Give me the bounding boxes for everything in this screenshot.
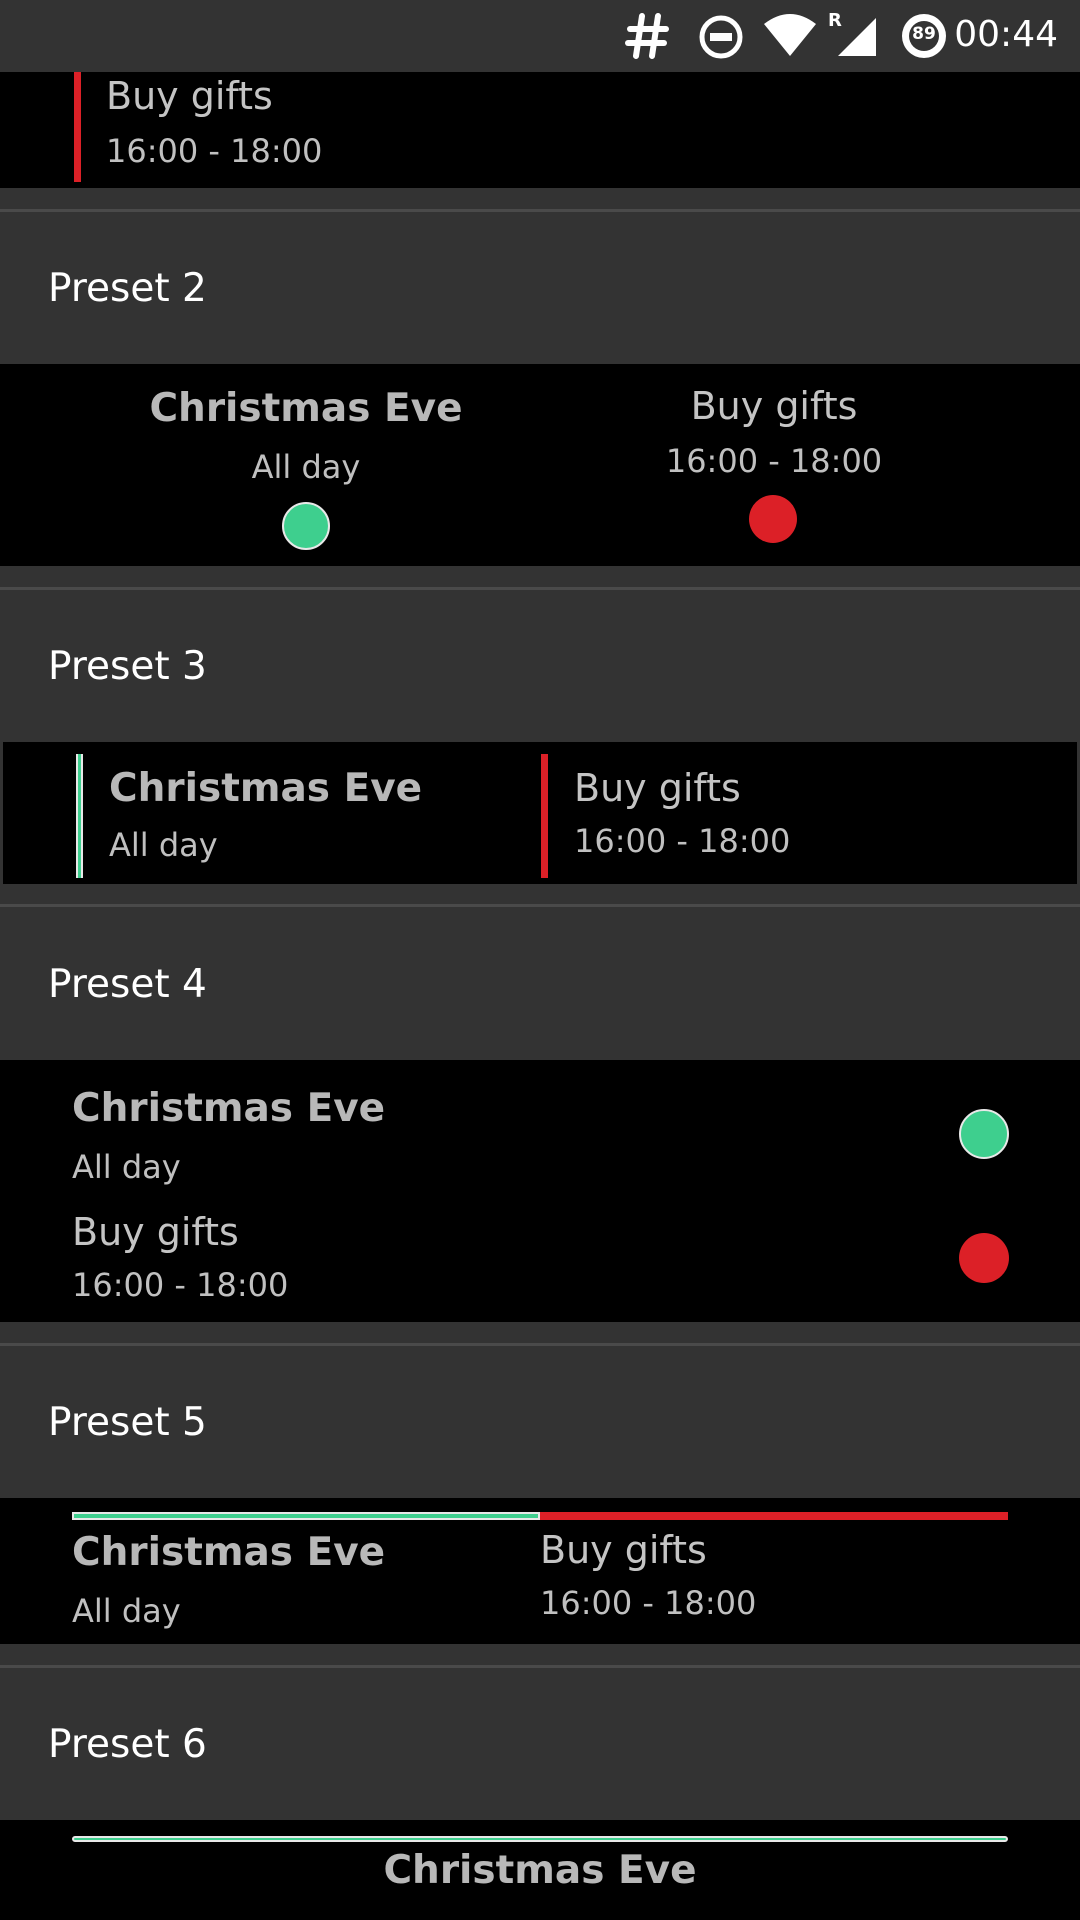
event-title: Christmas Eve bbox=[149, 386, 463, 431]
event-title: Christmas Eve bbox=[383, 1848, 697, 1893]
event-title: Christmas Eve bbox=[109, 766, 423, 811]
event-time: All day bbox=[72, 1592, 181, 1630]
divider bbox=[0, 209, 1080, 212]
do-not-disturb-icon bbox=[698, 0, 744, 72]
event-color-dot bbox=[749, 495, 797, 543]
preset-1-preview[interactable]: Buy gifts 16:00 - 18:00 bbox=[0, 72, 1080, 188]
preset-2-preview[interactable]: Christmas Eve All day Buy gifts 16:00 - … bbox=[0, 364, 1080, 566]
event-color-dot bbox=[959, 1109, 1009, 1159]
event-color-bar bbox=[541, 754, 548, 878]
event-color-strip bbox=[72, 1512, 540, 1520]
battery-icon: 89 bbox=[898, 0, 950, 72]
battery-level: 89 bbox=[912, 24, 936, 44]
event-time: All day bbox=[251, 448, 361, 486]
status-bar: R 89 00:44 bbox=[0, 0, 1080, 72]
event-title: Buy gifts bbox=[574, 766, 741, 810]
wifi-icon bbox=[762, 0, 818, 72]
preset-6-title[interactable]: Preset 6 bbox=[48, 1722, 207, 1767]
event-time: 16:00 - 18:00 bbox=[540, 1584, 757, 1622]
event-time: All day bbox=[109, 826, 218, 864]
divider bbox=[0, 587, 1080, 590]
event-time: 16:00 - 18:00 bbox=[106, 132, 323, 170]
divider bbox=[0, 1665, 1080, 1668]
preset-5-title[interactable]: Preset 5 bbox=[48, 1400, 207, 1445]
event-color-bar bbox=[74, 72, 81, 182]
preset-5-preview[interactable]: Christmas Eve All day Buy gifts 16:00 - … bbox=[0, 1498, 1080, 1644]
event-title: Buy gifts bbox=[72, 1210, 239, 1254]
event-color-dot bbox=[959, 1233, 1009, 1283]
preset-3-title[interactable]: Preset 3 bbox=[48, 644, 207, 689]
event-color-bar bbox=[76, 754, 83, 878]
event-color-dot bbox=[282, 502, 330, 550]
event-time: 16:00 - 18:00 bbox=[72, 1266, 289, 1304]
cell-signal-icon: R bbox=[826, 0, 880, 72]
event-title: Buy gifts bbox=[106, 74, 273, 118]
preset-2-title[interactable]: Preset 2 bbox=[48, 266, 207, 311]
event-color-strip bbox=[72, 1836, 1008, 1842]
event-title: Buy gifts bbox=[540, 1528, 707, 1572]
preset-3-preview[interactable]: Christmas Eve All day Buy gifts 16:00 - … bbox=[3, 742, 1077, 884]
preset-4-preview[interactable]: Christmas Eve All day Buy gifts 16:00 - … bbox=[0, 1060, 1080, 1322]
network-type-badge: R bbox=[828, 10, 842, 31]
event-time: 16:00 - 18:00 bbox=[574, 822, 791, 860]
event-time: All day bbox=[72, 1148, 181, 1186]
event-title: Christmas Eve bbox=[72, 1530, 386, 1575]
event-time: 16:00 - 18:00 bbox=[665, 442, 883, 480]
divider bbox=[0, 1343, 1080, 1346]
clock: 00:44 bbox=[954, 14, 1058, 55]
event-title: Christmas Eve bbox=[72, 1086, 386, 1131]
preset-4-title[interactable]: Preset 4 bbox=[48, 962, 207, 1007]
hashtag-icon bbox=[624, 0, 670, 72]
event-title: Buy gifts bbox=[690, 384, 858, 428]
preset-6-preview[interactable]: Christmas Eve bbox=[0, 1820, 1080, 1920]
divider bbox=[0, 904, 1080, 907]
event-color-strip bbox=[540, 1512, 1008, 1520]
